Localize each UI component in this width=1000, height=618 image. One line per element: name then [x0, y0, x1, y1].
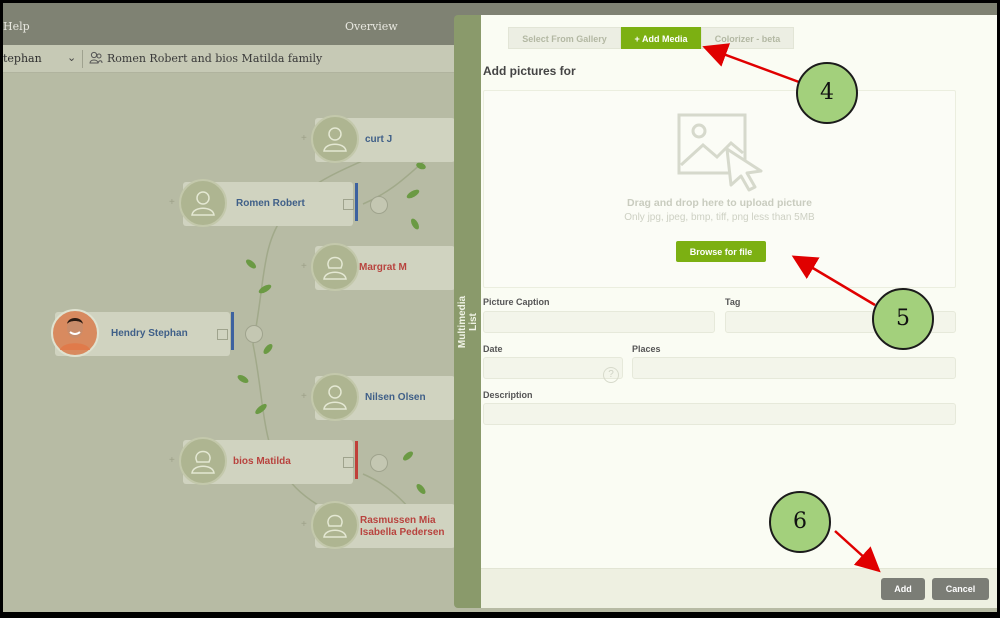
callout-step-6: 6 [769, 491, 831, 553]
callout-step-4: 4 [796, 62, 858, 124]
callout-step-5: 5 [872, 288, 934, 350]
screenshot-frame: Help Overview tephan ⌄ Romen Robert and … [3, 3, 997, 612]
